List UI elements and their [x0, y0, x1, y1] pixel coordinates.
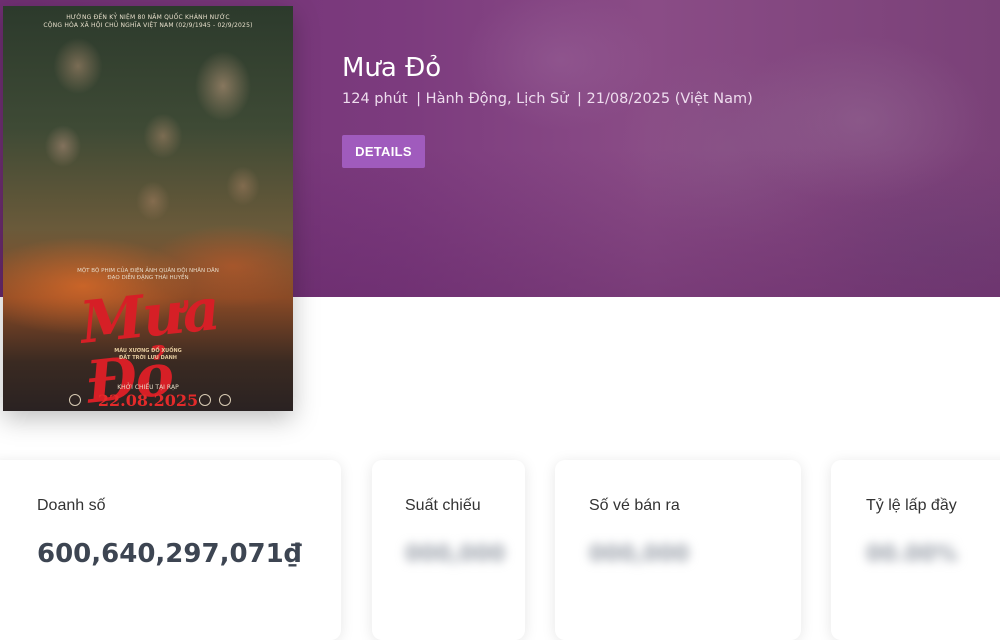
poster-release-label: KHỞI CHIẾU TẠI RẠP	[117, 384, 179, 391]
stat-value: 600,640,297,071₫	[37, 539, 302, 569]
movie-meta: 124 phút | Hành Động, Lịch Sử | 21/08/20…	[342, 91, 757, 107]
poster-studio-logos	[69, 394, 231, 406]
movie-duration: 124 phút	[342, 91, 408, 107]
stat-card-occupancy: Tỷ lệ lấp đầy 00.00%	[831, 460, 1000, 640]
poster-tagline: MÁU XƯƠNG ĐỔ XUỐNG ĐẤT TRỜI LƯU DANH	[114, 348, 182, 361]
stat-value-blurred: 00.00%	[866, 542, 958, 567]
movie-poster: HƯỚNG ĐẾN KỶ NIỆM 80 NĂM QUỐC KHÁNH NƯỚC…	[3, 6, 293, 411]
movie-genres: | Hành Động, Lịch Sử	[416, 91, 569, 107]
stat-card-showtimes: Suất chiếu 000,000	[372, 460, 525, 640]
poster-top-text: HƯỚNG ĐẾN KỶ NIỆM 80 NĂM QUỐC KHÁNH NƯỚC…	[43, 14, 253, 29]
movie-title: Mưa Đỏ	[342, 53, 442, 83]
movie-release-date: | 21/08/2025 (Việt Nam)	[577, 91, 753, 107]
stat-card-revenue: Doanh số 600,640,297,071₫	[0, 460, 341, 640]
stat-label: Tỷ lệ lấp đầy	[866, 497, 957, 514]
stat-value-blurred: 000,000	[405, 542, 506, 567]
stat-label: Số vé bán ra	[589, 497, 680, 514]
stat-value-blurred: 000,000	[589, 542, 690, 567]
stat-card-tickets-sold: Số vé bán ra 000,000	[555, 460, 801, 640]
details-button[interactable]: DETAILS	[342, 135, 425, 168]
stat-label: Suất chiếu	[405, 497, 481, 514]
stat-label: Doanh số	[37, 497, 106, 514]
